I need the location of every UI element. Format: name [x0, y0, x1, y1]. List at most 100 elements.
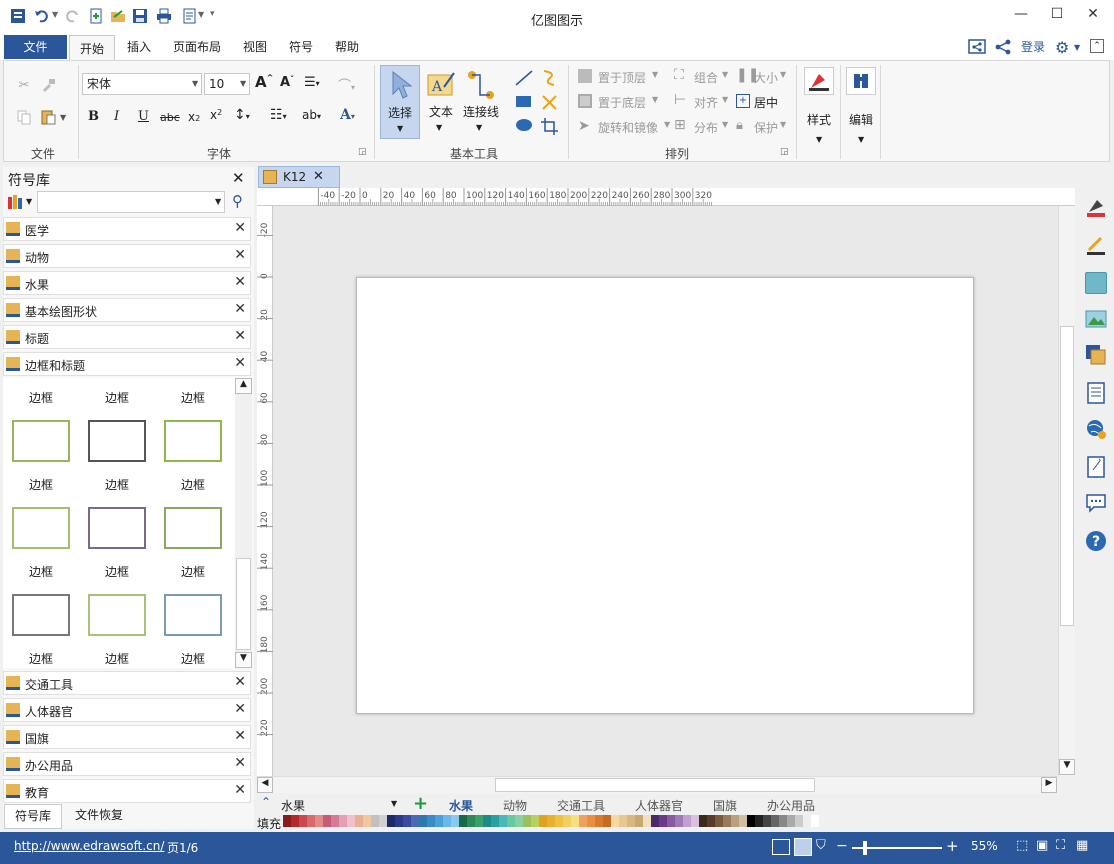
- color-swatch[interactable]: [363, 815, 371, 827]
- bold-icon[interactable]: B: [88, 109, 99, 124]
- category-close-icon[interactable]: ✕: [234, 301, 246, 317]
- category-close-icon[interactable]: ✕: [234, 220, 246, 236]
- add-library-icon[interactable]: +: [413, 793, 428, 814]
- superscript-icon[interactable]: x2: [210, 108, 222, 122]
- color-swatch[interactable]: [475, 815, 483, 827]
- tab-view[interactable]: 视图: [236, 34, 274, 60]
- login-button[interactable]: 登录: [1018, 34, 1048, 60]
- center-icon[interactable]: +: [736, 94, 750, 108]
- bottom-tab[interactable]: 国旗: [713, 797, 737, 814]
- group-dropdown-icon[interactable]: ▼: [722, 70, 728, 79]
- zoom-in-icon[interactable]: +: [946, 837, 959, 855]
- style-dropdown-icon[interactable]: ▼: [816, 135, 822, 144]
- font-name-select[interactable]: 宋体: [82, 73, 202, 95]
- library-select-dropdown-icon[interactable]: ▼: [391, 799, 397, 808]
- page-view-icon[interactable]: [794, 838, 812, 856]
- crop-tool-icon[interactable]: [540, 117, 560, 135]
- scroll-thumb[interactable]: [236, 558, 251, 650]
- size-button[interactable]: 大小: [754, 69, 778, 86]
- color-swatch[interactable]: [459, 815, 467, 827]
- library-select[interactable]: 水果: [281, 797, 401, 813]
- color-swatch[interactable]: [771, 815, 779, 827]
- color-swatch[interactable]: [731, 815, 739, 827]
- text-highlight-icon[interactable]: ab▾: [302, 108, 321, 122]
- vertical-scrollbar[interactable]: ▼: [1058, 206, 1075, 776]
- search-icon[interactable]: ⚲: [232, 192, 243, 210]
- font-dialog-launcher-icon[interactable]: ◲: [358, 147, 367, 157]
- collapse-library-icon[interactable]: ⌃: [261, 795, 271, 809]
- color-swatch[interactable]: [779, 815, 787, 827]
- ellipse-tool-icon[interactable]: [514, 117, 534, 133]
- find-binoculars-icon[interactable]: [846, 67, 876, 95]
- edit-dropdown-icon[interactable]: ▼: [858, 135, 864, 144]
- color-swatch[interactable]: [435, 815, 443, 827]
- distribute-dropdown-icon[interactable]: ▼: [722, 120, 728, 129]
- color-swatch[interactable]: [627, 815, 635, 827]
- search-dropdown-icon[interactable]: ▼: [215, 197, 221, 206]
- hyperlink-globe-icon[interactable]: [1085, 418, 1107, 440]
- distribute-button[interactable]: 分布: [694, 119, 718, 136]
- color-swatch[interactable]: [563, 815, 571, 827]
- library-category-item[interactable]: 办公用品 ✕: [3, 752, 251, 776]
- color-swatch[interactable]: [427, 815, 435, 827]
- library-category-dropdown-icon[interactable]: ▼: [26, 197, 32, 206]
- text-tool-button[interactable]: A 文本 ▼: [424, 65, 458, 139]
- color-swatch[interactable]: [523, 815, 531, 827]
- arrange-dialog-launcher-icon[interactable]: ◲: [780, 147, 789, 157]
- color-swatch[interactable]: [507, 815, 515, 827]
- color-swatch[interactable]: [387, 815, 395, 827]
- size-dropdown-icon[interactable]: ▼: [780, 70, 786, 79]
- align-dropdown-icon[interactable]: ▼: [722, 95, 728, 104]
- rotate-dropdown-icon[interactable]: ▼: [664, 120, 670, 129]
- color-swatch[interactable]: [739, 815, 747, 827]
- align-button[interactable]: 对齐: [694, 94, 718, 111]
- color-swatch[interactable]: [395, 815, 403, 827]
- line-spacing-icon[interactable]: ↕▾: [234, 107, 250, 123]
- color-swatch[interactable]: [691, 815, 699, 827]
- edit-button[interactable]: 编辑: [846, 111, 876, 128]
- file-menu-button[interactable]: 文件: [4, 35, 67, 59]
- bottom-tab[interactable]: 动物: [503, 797, 527, 814]
- align-icon[interactable]: ⊢: [674, 92, 686, 108]
- color-swatch[interactable]: [491, 815, 499, 827]
- maximize-icon[interactable]: ☐: [1042, 6, 1072, 26]
- paste-icon[interactable]: [38, 107, 58, 127]
- library-category-item[interactable]: 标题 ✕: [3, 325, 251, 349]
- color-swatch[interactable]: [755, 815, 763, 827]
- border-shape-thumbnail[interactable]: [164, 507, 222, 549]
- bottom-tab[interactable]: 人体器官: [635, 797, 683, 814]
- horizontal-scrollbar[interactable]: ◀ ▶: [257, 776, 1058, 793]
- document-tab-close-icon[interactable]: ✕: [313, 169, 324, 184]
- library-category-item[interactable]: 动物 ✕: [3, 244, 251, 268]
- attachment-icon[interactable]: [1085, 456, 1107, 478]
- drawing-page[interactable]: [356, 277, 974, 714]
- zoom-slider-thumb[interactable]: [863, 841, 867, 855]
- color-swatch[interactable]: [619, 815, 627, 827]
- send-back-dropdown-icon[interactable]: ▼: [652, 95, 658, 104]
- color-swatch[interactable]: [683, 815, 691, 827]
- color-swatch[interactable]: [499, 815, 507, 827]
- color-swatch[interactable]: [803, 815, 811, 827]
- color-swatch[interactable]: [595, 815, 603, 827]
- shadow-style-icon[interactable]: [1085, 272, 1107, 294]
- color-swatch[interactable]: [371, 815, 379, 827]
- strikethrough-icon[interactable]: abc: [160, 111, 180, 124]
- library-category-item[interactable]: 医学 ✕: [3, 217, 251, 241]
- scroll-down-icon[interactable]: ▼: [235, 652, 252, 668]
- library-category-item[interactable]: 边框和标题 ✕: [3, 352, 251, 376]
- comment-icon[interactable]: [1085, 492, 1107, 514]
- tab-page-layout[interactable]: 页面布局: [166, 34, 228, 60]
- text-direction-icon[interactable]: ⌒▾: [338, 75, 355, 94]
- category-close-icon[interactable]: ✕: [234, 755, 246, 771]
- center-button[interactable]: 居中: [754, 94, 778, 111]
- color-swatch[interactable]: [707, 815, 715, 827]
- category-close-icon[interactable]: ✕: [234, 328, 246, 344]
- border-shape-thumbnail[interactable]: [12, 594, 70, 636]
- border-shape-thumbnail[interactable]: [88, 507, 146, 549]
- protect-button[interactable]: 保护: [754, 119, 778, 136]
- category-close-icon[interactable]: ✕: [234, 674, 246, 690]
- color-swatch[interactable]: [699, 815, 707, 827]
- color-swatch[interactable]: [795, 815, 803, 827]
- rectangle-tool-icon[interactable]: [514, 93, 534, 109]
- color-swatch[interactable]: [419, 815, 427, 827]
